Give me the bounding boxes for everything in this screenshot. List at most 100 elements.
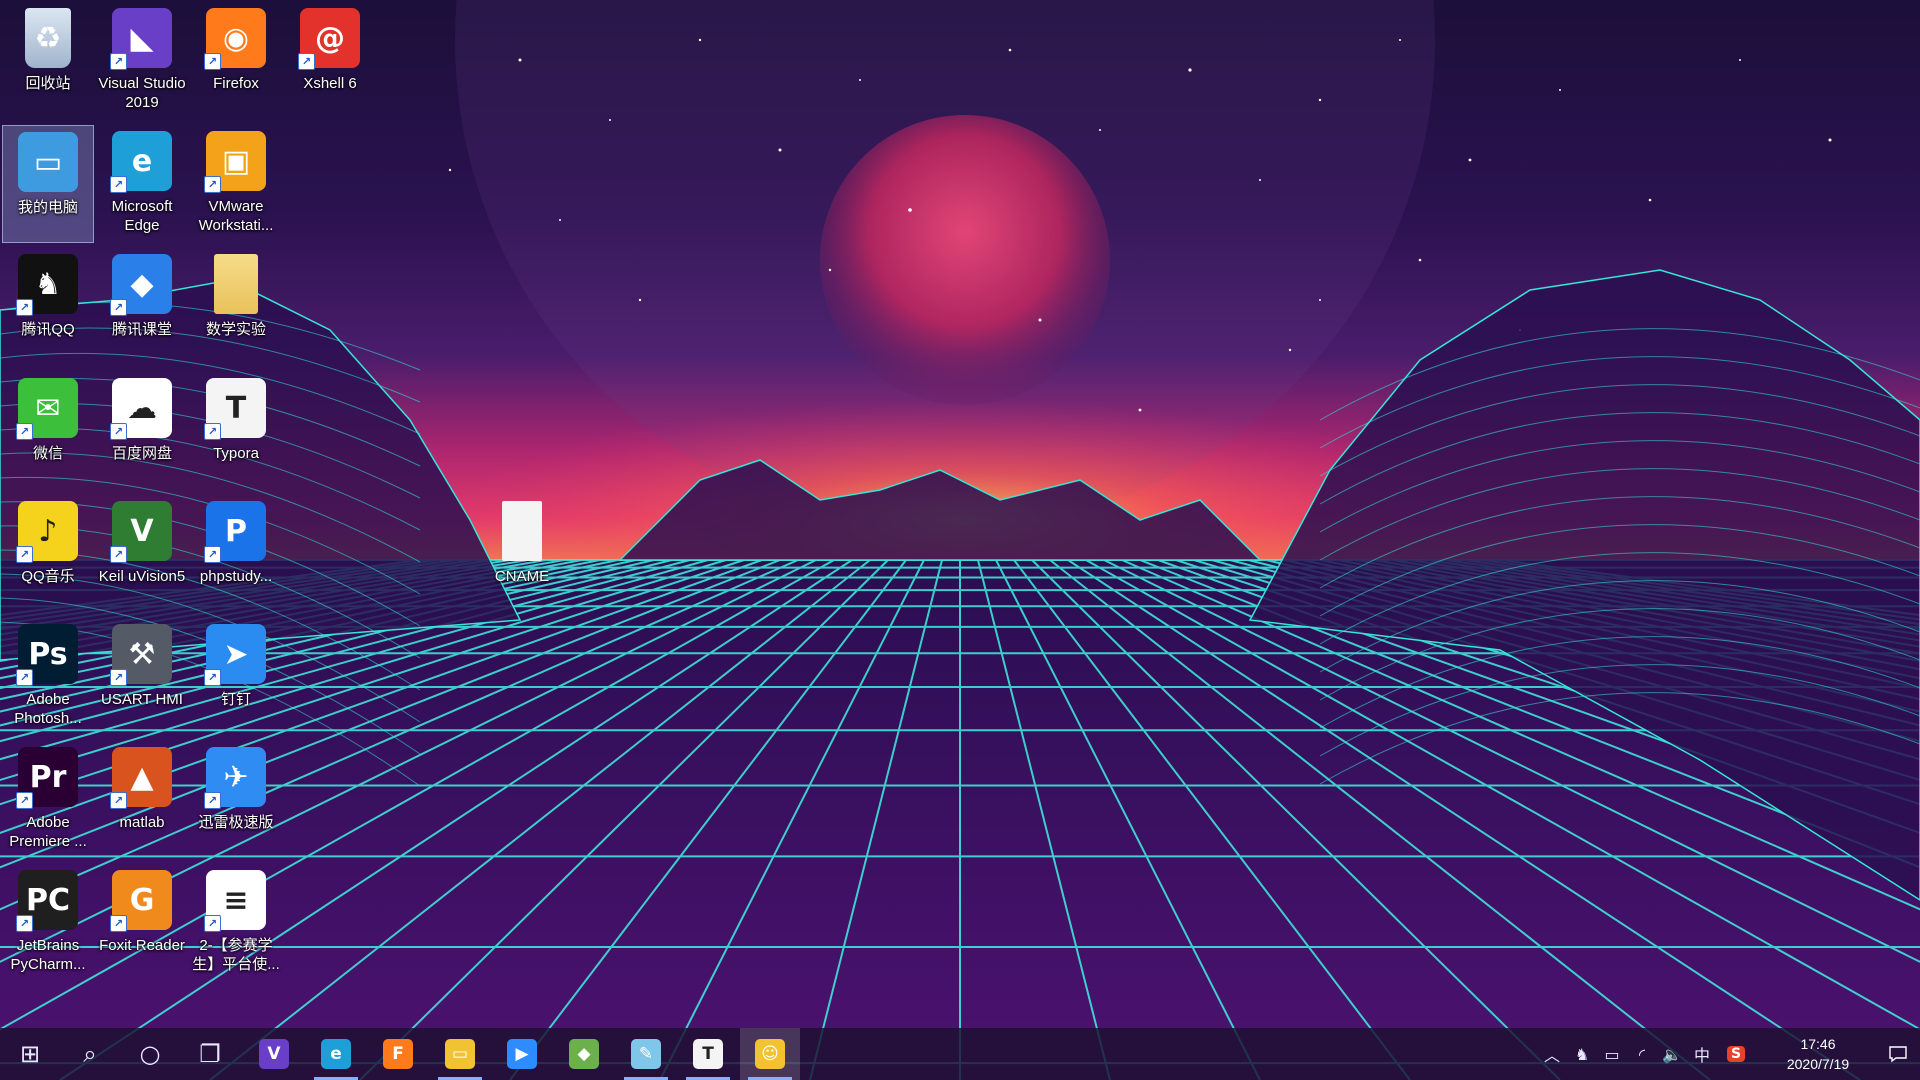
desktop-icon-premiere[interactable]: Pr ↗ Adobe Premiere ...	[2, 741, 94, 859]
shortcut-arrow-icon: ↗	[110, 669, 127, 686]
desktop-icon-dingtalk[interactable]: ➤ ↗ 钉钉	[190, 618, 282, 736]
typora-icon: T ↗	[204, 378, 266, 440]
planet	[820, 115, 1110, 405]
desktop-icon-cname[interactable]: CNAME	[476, 495, 568, 613]
desktop-icon-qq-music[interactable]: ♪ ↗ QQ音乐	[2, 495, 94, 613]
desktop-icon-label: Keil uVision5	[98, 568, 186, 585]
edge-icon: e ↗	[110, 131, 172, 193]
desktop-icon-typora[interactable]: T ↗ Typora	[190, 372, 282, 490]
taskbar-visual-studio[interactable]: V	[244, 1028, 304, 1080]
qq-penguin-icon: ♞ ↗	[16, 254, 78, 316]
desktop-icon-matlab[interactable]: ▲ ↗ matlab	[96, 741, 188, 859]
desktop-icon-label: Xshell 6	[303, 75, 357, 92]
search-button[interactable]: ⌕	[60, 1028, 120, 1080]
tray-qq[interactable]: ♞	[1568, 1028, 1596, 1080]
desktop-icon-xunlei[interactable]: ✈ ↗ 迅雷极速版	[190, 741, 282, 859]
shortcut-arrow-icon: ↗	[16, 299, 33, 316]
taskbar-firefox[interactable]: F	[368, 1028, 428, 1080]
dingtalk-icon: ➤ ↗	[204, 624, 266, 686]
task-view-icon: ❐	[199, 1040, 221, 1068]
input-method-icon: 中	[1693, 1046, 1710, 1065]
desktop-icon-my-computer[interactable]: ▭ 我的电脑	[2, 125, 94, 243]
wechat-icon: ✉ ↗	[16, 378, 78, 440]
desktop-icon-label: Visual Studio 2019	[98, 75, 186, 111]
wallpaper	[0, 0, 1920, 1080]
desktop-icon-pycharm[interactable]: PC ↗ JetBrains PyCharm...	[2, 864, 94, 982]
wifi-icon: ◜	[1638, 1044, 1646, 1064]
start-button[interactable]: ⊞	[0, 1028, 60, 1080]
shortcut-arrow-icon: ↗	[110, 915, 127, 932]
tray-sogou[interactable]: S	[1722, 1028, 1750, 1080]
tray-wifi[interactable]: ◜	[1628, 1028, 1656, 1080]
folder-icon	[214, 254, 258, 314]
desktop-icon-math-lab[interactable]: 数学实验	[190, 248, 282, 366]
taskbar-zoom[interactable]: ▶	[492, 1028, 552, 1080]
desktop[interactable]: ♻ 回收站 ◣ ↗ Visual Studio 2019 ◉ ↗ Firefox @ ↗ Xshel…	[0, 0, 1920, 1080]
phpstudy-icon: P ↗	[204, 501, 266, 563]
shortcut-arrow-icon: ↗	[16, 915, 33, 932]
git-diamond-icon: ◆	[569, 1039, 599, 1069]
taskbar: ⊞ ⌕ ○ ❐ Ve F ▭ ▶ ◆ ✎ T ☺ ︿ ♞ ▭ ◜ 🔈 中 S 17:46 2020/7/19	[0, 1028, 1920, 1080]
tray-chevron-up[interactable]: ︿	[1538, 1028, 1566, 1080]
taskbar-clock[interactable]: 17:46 2020/7/19	[1768, 1034, 1868, 1076]
desktop-icon-firefox[interactable]: ◉ ↗ Firefox	[190, 2, 282, 120]
desktop-icon-photoshop[interactable]: Ps ↗ Adobe Photosh...	[2, 618, 94, 736]
shortcut-arrow-icon: ↗	[110, 792, 127, 809]
cortana-button[interactable]: ○	[120, 1028, 180, 1080]
desktop-icon-label: JetBrains PyCharm...	[10, 937, 86, 973]
desktop-icon-xshell[interactable]: @ ↗ Xshell 6	[284, 2, 376, 120]
taskbar-avatar-app[interactable]: ☺	[740, 1028, 800, 1080]
desktop-icon-recycle[interactable]: ♻ 回收站	[2, 2, 94, 120]
tray-ime[interactable]: 中	[1688, 1028, 1716, 1080]
desktop-icon-foxit[interactable]: G ↗ Foxit Reader	[96, 864, 188, 982]
shortcut-arrow-icon: ↗	[110, 53, 127, 70]
action-center-button[interactable]	[1876, 1028, 1920, 1080]
battery-icon: ▭	[1604, 1044, 1620, 1064]
notepad-icon: ✎	[631, 1039, 661, 1069]
desktop-icon-visual-studio[interactable]: ◣ ↗ Visual Studio 2019	[96, 2, 188, 120]
shortcut-arrow-icon: ↗	[204, 53, 221, 70]
shortcut-arrow-icon: ↗	[16, 423, 33, 440]
desktop-icon-usart-hmi[interactable]: ⚒ ↗ USART HMI	[96, 618, 188, 736]
taskbar-typora[interactable]: T	[678, 1028, 738, 1080]
taskbar-file-explorer[interactable]: ▭	[430, 1028, 490, 1080]
document-thumbnail-icon: ≡ ↗	[204, 870, 266, 932]
desktop-icon-label: USART HMI	[101, 691, 183, 708]
taskbar-notepad[interactable]: ✎	[616, 1028, 676, 1080]
desktop-icon-qq[interactable]: ♞ ↗ 腾讯QQ	[2, 248, 94, 366]
qq-music-icon: ♪ ↗	[16, 501, 78, 563]
taskbar-git[interactable]: ◆	[554, 1028, 614, 1080]
desktop-icon-baidu-pan[interactable]: ☁ ↗ 百度网盘	[96, 372, 188, 490]
tray-volume[interactable]: 🔈	[1658, 1028, 1686, 1080]
keil-icon: V ↗	[110, 501, 172, 563]
desktop-icon-vmware[interactable]: ▣ ↗ VMware Workstati...	[190, 125, 282, 243]
desktop-icon-label: Foxit Reader	[99, 937, 185, 954]
desktop-icon-edge[interactable]: e ↗ Microsoft Edge	[96, 125, 188, 243]
desktop-icon-label: 腾讯QQ	[21, 321, 75, 338]
desktop-icon-label: Adobe Premiere ...	[9, 814, 87, 850]
visual-studio-icon: V	[259, 1039, 289, 1069]
shortcut-arrow-icon: ↗	[204, 669, 221, 686]
tencent-classroom-icon: ◆ ↗	[110, 254, 172, 316]
shortcut-arrow-icon: ↗	[204, 546, 221, 563]
task-view-button[interactable]: ❐	[180, 1028, 240, 1080]
desktop-icon-label: 2-【参赛学生】平台使...	[192, 937, 280, 973]
desktop-icon-tencent-class[interactable]: ◆ ↗ 腾讯课堂	[96, 248, 188, 366]
desktop-icon-phpstudy[interactable]: P ↗ phpstudy...	[190, 495, 282, 613]
clock-date: 2020/7/19	[1786, 1056, 1850, 1072]
shortcut-arrow-icon: ↗	[110, 423, 127, 440]
desktop-icon-doc-2[interactable]: ≡ ↗ 2-【参赛学生】平台使...	[190, 864, 282, 982]
shortcut-arrow-icon: ↗	[110, 299, 127, 316]
recycle-bin-icon: ♻	[25, 8, 71, 68]
search-icon: ⌕	[83, 1040, 97, 1068]
desktop-icon-wechat[interactable]: ✉ ↗ 微信	[2, 372, 94, 490]
desktop-icon-keil[interactable]: V ↗ Keil uVision5	[96, 495, 188, 613]
firefox-icon: ◉ ↗	[204, 8, 266, 70]
desktop-icon-label: 迅雷极速版	[198, 814, 274, 831]
desktop-icon-label: Adobe Photosh...	[14, 691, 82, 727]
computer-icon: ▭	[18, 132, 78, 192]
xshell-icon: @ ↗	[298, 8, 360, 70]
taskbar-edge[interactable]: e	[306, 1028, 366, 1080]
cortana-circle-icon: ○	[139, 1040, 161, 1068]
tray-battery[interactable]: ▭	[1598, 1028, 1626, 1080]
